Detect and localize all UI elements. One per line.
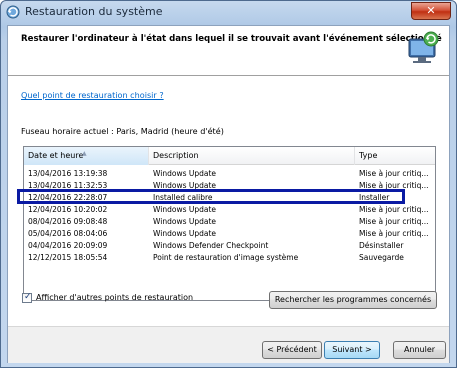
monitor-restore-icon [408, 31, 439, 63]
table-row[interactable]: 12/04/2016 10:20:02 Windows Update Mise … [24, 204, 435, 216]
table-row[interactable]: 13/04/2016 11:32:53 Windows Update Mise … [24, 180, 435, 192]
header-panel: Restaurer l'ordinateur à l'état dans leq… [8, 26, 449, 76]
table-row[interactable]: 08/04/2016 09:08:48 Windows Update Mise … [24, 216, 435, 228]
table-row-selected[interactable]: 12/04/2016 22:28:07 Installed calibre In… [24, 192, 435, 204]
close-button[interactable]: ✕ [411, 2, 451, 20]
timezone-label: Fuseau horaire actuel : Paris, Madrid (h… [21, 126, 224, 136]
cancel-button[interactable]: Annuler [393, 341, 446, 359]
help-link[interactable]: Quel point de restauration choisir ? [21, 90, 164, 100]
column-header-date[interactable]: ▲ Date et heure [24, 147, 149, 165]
system-restore-window: Restauration du système ✕ Restaurer l'or… [0, 0, 457, 368]
show-more-checkbox[interactable]: ✓ [22, 292, 32, 303]
table-row[interactable]: 05/04/2016 08:04:06 Windows Update Mise … [24, 228, 435, 240]
header-instruction: Restaurer l'ordinateur à l'état dans leq… [21, 34, 442, 44]
header-separator [8, 75, 449, 76]
dialog-client-area: Restaurer l'ordinateur à l'état dans leq… [7, 25, 450, 363]
table-row[interactable]: 13/04/2016 13:19:38 Windows Update Mise … [24, 168, 435, 180]
column-header-type[interactable]: Type [355, 147, 435, 165]
previous-button[interactable]: < Précédent [262, 341, 322, 359]
footer-panel [8, 327, 449, 363]
show-more-label[interactable]: Afficher d'autres points de restauration [36, 293, 193, 302]
restore-points-table[interactable]: ▲ Date et heure Description Type 13/04/2… [23, 146, 436, 301]
table-row[interactable]: 12/12/2015 18:05:54 Point de restauratio… [24, 252, 435, 264]
column-header-description[interactable]: Description [149, 147, 355, 165]
table-row[interactable]: 04/04/2016 20:09:09 Windows Defender Che… [24, 240, 435, 252]
next-button[interactable]: Suivant > [324, 341, 380, 359]
table-header: ▲ Date et heure Description Type [24, 147, 435, 165]
checkmark-icon: ✓ [24, 292, 32, 302]
system-restore-icon [6, 5, 20, 19]
scan-affected-programs-button[interactable]: Rechercher les programmes concernés [269, 291, 437, 309]
window-title: Restauration du système [25, 5, 163, 18]
title-bar[interactable]: Restauration du système ✕ [1, 1, 456, 25]
sort-caret-icon: ▲ [82, 150, 87, 157]
